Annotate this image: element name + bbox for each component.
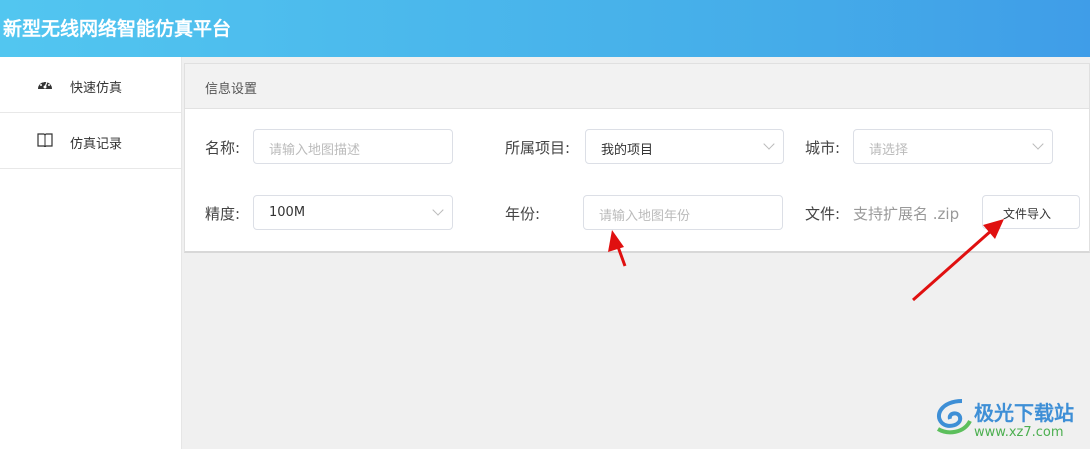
city-label: 城市: <box>805 139 841 157</box>
book-icon <box>37 133 53 147</box>
project-label: 所属项目: <box>505 139 571 157</box>
file-label: 文件: <box>805 205 841 223</box>
card-title: 信息设置 <box>185 64 1089 109</box>
watermark-name: 极光下载站 <box>974 401 1074 425</box>
name-input[interactable]: 请输入地图描述 <box>253 129 453 164</box>
dashboard-icon <box>38 80 52 89</box>
precision-value: 100M <box>269 205 306 220</box>
sidebar-item-label: 快速仿真 <box>70 81 123 96</box>
chevron-down-icon <box>1032 138 1044 150</box>
city-select[interactable]: 请选择 <box>853 129 1053 164</box>
precision-label: 精度: <box>205 205 241 223</box>
sidebar-item-label: 仿真记录 <box>70 137 123 152</box>
watermark-logo: 极光下载站 www.xz7.com <box>932 395 1074 441</box>
project-value: 我的项目 <box>601 143 654 158</box>
project-select[interactable]: 我的项目 <box>585 129 784 164</box>
sidebar: 快速仿真 仿真记录 <box>0 57 182 449</box>
file-import-button[interactable]: 文件导入 <box>982 195 1080 229</box>
year-input[interactable]: 请输入地图年份 <box>583 195 783 230</box>
year-label: 年份: <box>505 205 541 223</box>
app-header: 新型无线网络智能仿真平台 <box>0 0 1090 57</box>
file-hint: 支持扩展名 .zip <box>853 205 960 223</box>
app-title: 新型无线网络智能仿真平台 <box>3 18 232 40</box>
chevron-down-icon <box>763 138 775 150</box>
watermark-url: www.xz7.com <box>974 425 1064 440</box>
precision-select[interactable]: 100M <box>253 195 453 230</box>
logo-swirl-icon <box>936 399 972 435</box>
sidebar-item-quick-sim[interactable]: 快速仿真 <box>0 57 181 113</box>
city-placeholder: 请选择 <box>869 143 909 158</box>
chevron-down-icon <box>432 204 444 216</box>
sidebar-item-sim-records[interactable]: 仿真记录 <box>0 113 181 169</box>
name-label: 名称: <box>205 139 241 157</box>
